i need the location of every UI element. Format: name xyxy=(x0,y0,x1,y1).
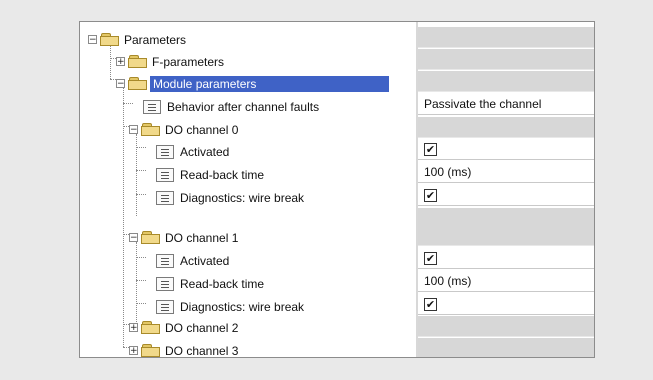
tree-label-behavior: Behavior after channel faults xyxy=(167,99,320,114)
ch0-readback-value: 100 (ms) xyxy=(424,165,472,179)
value-cell-do-channel-1 xyxy=(418,225,594,246)
values-column: Passivate the channel ✔ 100 (ms) ✔ ✔ 100… xyxy=(418,22,594,357)
parameter-icon xyxy=(143,99,161,114)
folder-icon xyxy=(128,54,148,69)
tree-row-do-channel-0[interactable]: − DO channel 0 xyxy=(80,118,416,141)
behavior-value: Passivate the channel xyxy=(424,97,542,111)
parameter-tree-panel: − Parameters + F-parameters − Module par… xyxy=(79,21,595,358)
tree-label-f-parameters: F-parameters xyxy=(152,54,225,69)
expand-icon[interactable]: + xyxy=(129,346,138,356)
folder-icon xyxy=(141,343,161,357)
parameter-icon xyxy=(156,144,174,159)
parameter-tree: − Parameters + F-parameters − Module par… xyxy=(80,22,416,357)
tree-row-ch0-readback[interactable]: Read-back time xyxy=(80,163,416,186)
ch1-activated-checkbox[interactable]: ✔ xyxy=(424,252,437,265)
parameter-icon xyxy=(156,276,174,291)
tree-row-do-channel-1[interactable]: − DO channel 1 xyxy=(80,226,416,249)
tree-row-ch1-readback[interactable]: Read-back time xyxy=(80,272,416,295)
tree-label-do-channel-1: DO channel 1 xyxy=(165,230,239,245)
parameter-icon xyxy=(156,253,174,268)
collapse-icon[interactable]: − xyxy=(129,125,138,135)
parameter-icon xyxy=(156,299,174,314)
parameter-icon xyxy=(156,190,174,205)
tree-label-ch1-readback: Read-back time xyxy=(180,276,265,291)
tree-label-do-channel-0: DO channel 0 xyxy=(165,122,239,137)
value-cell-ch1-activated[interactable]: ✔ xyxy=(418,248,594,269)
value-cell-do-channel-3 xyxy=(418,338,594,357)
folder-icon xyxy=(141,230,161,245)
tree-label-ch1-activated: Activated xyxy=(180,253,230,268)
value-cell-f-parameters xyxy=(418,49,594,70)
tree-row-ch0-activated[interactable]: Activated xyxy=(80,140,416,163)
tree-row-do-channel-3[interactable]: + DO channel 3 xyxy=(80,339,416,358)
parameter-icon xyxy=(156,167,174,182)
ch0-activated-checkbox[interactable]: ✔ xyxy=(424,143,437,156)
collapse-icon[interactable]: − xyxy=(116,79,125,89)
folder-icon xyxy=(141,122,161,137)
tree-row-module-parameters[interactable]: − Module parameters xyxy=(80,72,416,95)
value-cell-ch0-activated[interactable]: ✔ xyxy=(418,139,594,160)
tree-row-parameters[interactable]: − Parameters xyxy=(80,28,416,51)
tree-label-parameters: Parameters xyxy=(124,32,187,47)
tree-label-ch0-activated: Activated xyxy=(180,144,230,159)
folder-icon xyxy=(141,320,161,335)
value-cell-module-parameters xyxy=(418,71,594,92)
folder-icon xyxy=(128,76,148,91)
expand-icon[interactable]: + xyxy=(116,57,125,67)
tree-label-ch1-diagnostics: Diagnostics: wire break xyxy=(180,299,305,314)
value-cell-do-channel-2 xyxy=(418,316,594,337)
value-cell-ch1-readback[interactable]: 100 (ms) xyxy=(418,271,594,292)
tree-label-ch0-readback: Read-back time xyxy=(180,167,265,182)
value-cell-parameters xyxy=(418,27,594,48)
folder-icon xyxy=(100,32,120,47)
tree-row-f-parameters[interactable]: + F-parameters xyxy=(80,50,416,73)
tree-label-do-channel-2: DO channel 2 xyxy=(165,320,239,335)
tree-row-ch1-activated[interactable]: Activated xyxy=(80,249,416,272)
tree-row-do-channel-2[interactable]: + DO channel 2 xyxy=(80,316,416,339)
tree-label-module-parameters: Module parameters xyxy=(150,75,389,92)
value-cell-ch0-diagnostics[interactable]: ✔ xyxy=(418,185,594,206)
tree-row-behavior-after-faults[interactable]: Behavior after channel faults xyxy=(80,95,416,118)
value-cell-ch1-diagnostics[interactable]: ✔ xyxy=(418,294,594,315)
expand-icon[interactable]: + xyxy=(129,323,138,333)
tree-label-do-channel-3: DO channel 3 xyxy=(165,343,239,358)
value-cell-behavior[interactable]: Passivate the channel xyxy=(418,94,594,115)
ch1-diagnostics-checkbox[interactable]: ✔ xyxy=(424,298,437,311)
collapse-icon[interactable]: − xyxy=(88,35,97,45)
value-cell-ch0-readback[interactable]: 100 (ms) xyxy=(418,162,594,183)
ch0-diagnostics-checkbox[interactable]: ✔ xyxy=(424,189,437,202)
tree-row-ch1-diagnostics[interactable]: Diagnostics: wire break xyxy=(80,295,416,318)
tree-row-ch0-diagnostics[interactable]: Diagnostics: wire break xyxy=(80,186,416,209)
ch1-readback-value: 100 (ms) xyxy=(424,274,472,288)
tree-label-ch0-diagnostics: Diagnostics: wire break xyxy=(180,190,305,205)
collapse-icon[interactable]: − xyxy=(129,233,138,243)
value-cell-do-channel-0 xyxy=(418,117,594,138)
